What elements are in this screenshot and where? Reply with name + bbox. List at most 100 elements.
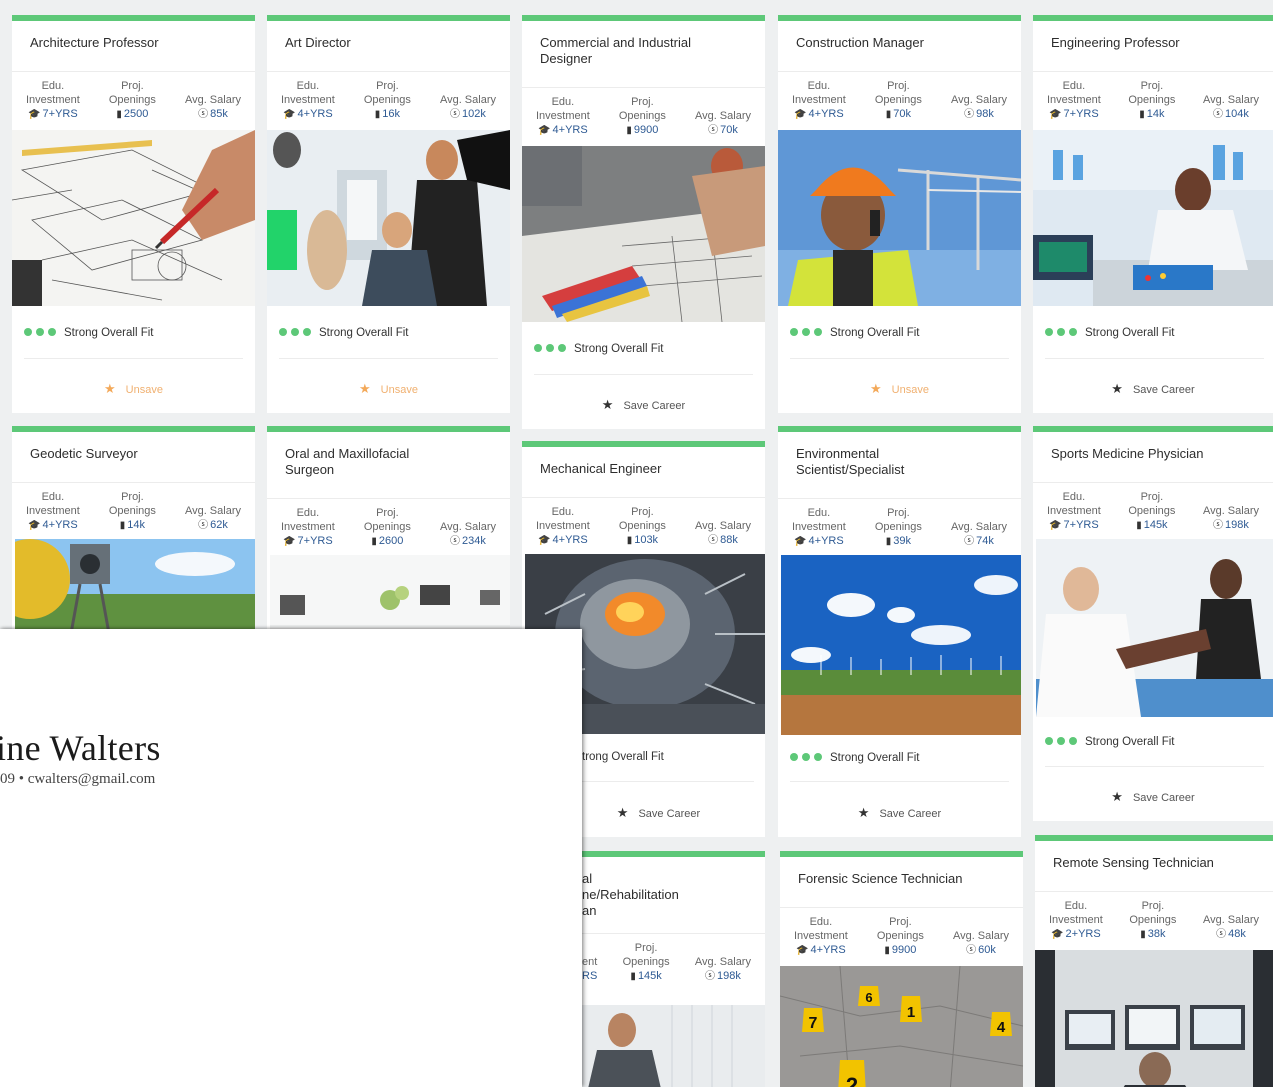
avg-salary: Avg. Salary ⓢ 198k bbox=[694, 956, 751, 982]
career-card-environmental-scientist[interactable]: Environmental Scientist/Specialist Edu. I… bbox=[778, 426, 1021, 837]
graduation-cap-icon: 🎓 bbox=[794, 109, 807, 120]
career-photo bbox=[1035, 950, 1273, 1087]
dollar-coin-icon: ⓢ bbox=[450, 109, 461, 120]
card-title[interactable]: Architecture Professor bbox=[12, 21, 255, 71]
unsave-button[interactable]: ★ Unsave bbox=[267, 381, 510, 397]
edu-investment: Edu. Investment 🎓 4+YRS bbox=[26, 491, 80, 531]
door-icon: ▮ bbox=[630, 971, 636, 982]
fit-dots bbox=[790, 327, 826, 339]
dollar-coin-icon: ⓢ bbox=[708, 125, 719, 136]
card-stats: Edu. Investment 🎓 4+YRS Proj. Openings ▮ 16k A… bbox=[267, 72, 510, 122]
edu-investment: Edu. Investment 🎓 4+YRS bbox=[536, 96, 590, 136]
career-photo bbox=[522, 146, 765, 322]
proj-openings: Proj. Openings ▮ 14k bbox=[1128, 80, 1176, 120]
divider bbox=[279, 358, 498, 359]
card-title[interactable]: Commercial and Industrial Designer bbox=[522, 21, 738, 87]
unsave-button[interactable]: ★ Unsave bbox=[778, 381, 1021, 397]
divider bbox=[790, 358, 1009, 359]
unsave-button[interactable]: ★ Unsave bbox=[12, 381, 255, 397]
career-card-geodetic-surveyor[interactable]: Geodetic Surveyor Edu. Investment 🎓 4+YRS P… bbox=[12, 426, 255, 636]
career-card-commercial-industrial-designer[interactable]: Commercial and Industrial Designer Edu. I… bbox=[522, 15, 765, 429]
proj-openings: Proj. Openings ▮ 70k bbox=[874, 80, 922, 120]
avg-salary: Avg. Salary ⓢ 234k bbox=[439, 521, 496, 547]
proj-openings: Proj. Openings ▮ 9900 bbox=[618, 96, 666, 136]
card-stats: Edu. Investment 🎓 4+YRS Proj. Openings ▮ 9900 … bbox=[780, 908, 1023, 958]
graduation-cap-icon: 🎓 bbox=[538, 125, 551, 136]
fit-indicator: Strong Overall Fit bbox=[790, 327, 919, 339]
career-card-forensic-science-technician[interactable]: Forensic Science Technician Edu. Investme… bbox=[780, 851, 1023, 1087]
graduation-cap-icon: 🎓 bbox=[794, 536, 807, 547]
career-card-architecture-professor[interactable]: Architecture Professor Edu. Investment 🎓 7+… bbox=[12, 15, 255, 413]
save-career-button[interactable]: ★ Save Career bbox=[522, 397, 765, 413]
graduation-cap-icon: 🎓 bbox=[28, 109, 41, 120]
card-stats: Edu. Investment 🎓 7+YRS Proj. Openings ▮ 2600 … bbox=[267, 499, 510, 549]
save-career-button[interactable]: ★ Save Career bbox=[1033, 789, 1273, 805]
edu-investment: Edu. Investment 🎓 7+YRS bbox=[1047, 491, 1101, 531]
edu-investment: Edu. Investment 🎓 7+YRS bbox=[281, 507, 335, 547]
evidence-marker-1: 1 bbox=[907, 1004, 915, 1021]
fit-indicator: Strong Overall Fit bbox=[1045, 327, 1174, 339]
save-career-button[interactable]: ★ Save Career bbox=[778, 805, 1021, 821]
resume-name: ine Walters bbox=[0, 728, 161, 768]
proj-openings: Proj. Openings ▮ 38k bbox=[1129, 900, 1177, 940]
card-title[interactable]: Oral and Maxillofacial Surgeon bbox=[267, 432, 453, 498]
card-title[interactable]: Mechanical Engineer bbox=[522, 447, 765, 497]
graduation-cap-icon: 🎓 bbox=[283, 536, 296, 547]
fit-dots bbox=[1045, 327, 1081, 339]
card-stats: Edu. Investment 🎓 4+YRS Proj. Openings ▮ 103k … bbox=[522, 498, 765, 548]
star-icon: ★ bbox=[616, 805, 629, 820]
career-card-engineering-professor[interactable]: Engineering Professor Edu. Investment 🎓 7+Y… bbox=[1033, 15, 1273, 413]
career-card-oral-maxillofacial-surgeon[interactable]: Oral and Maxillofacial Surgeon Edu. Inves… bbox=[267, 426, 510, 636]
card-title[interactable]: Art Director bbox=[267, 21, 510, 71]
career-card-remote-sensing-technician[interactable]: Remote Sensing Technician Edu. Investment… bbox=[1035, 835, 1273, 1087]
card-title[interactable]: Environmental Scientist/Specialist bbox=[778, 432, 954, 498]
avg-salary: Avg. Salary ⓢ 48k bbox=[1202, 914, 1259, 940]
door-icon: ▮ bbox=[626, 535, 633, 546]
edu-investment: Edu. Investment 🎓 4+YRS bbox=[792, 507, 846, 547]
save-career-button[interactable]: ★ Save Career bbox=[582, 805, 735, 821]
proj-openings: Proj. Openings ▮ 39k bbox=[874, 507, 922, 547]
proj-openings: Proj. Openings ▮ 2500 bbox=[108, 80, 156, 120]
divider bbox=[1045, 358, 1264, 359]
card-stats: Edu. Investment 🎓 4+YRS Proj. Openings ▮ 9900 … bbox=[522, 88, 765, 138]
avg-salary: Avg. Salary ⓢ 198k bbox=[1202, 505, 1259, 531]
door-icon: ▮ bbox=[626, 125, 632, 136]
divider bbox=[1045, 766, 1264, 767]
career-card-art-director[interactable]: Art Director Edu. Investment 🎓 4+YRS Proj. O… bbox=[267, 15, 510, 413]
door-icon: ▮ bbox=[885, 536, 892, 547]
graduation-cap-icon: 🎓 bbox=[283, 109, 296, 120]
card-title[interactable]: Construction Manager bbox=[778, 21, 1021, 71]
proj-openings: Proj. Openings ▮ 145k bbox=[1128, 491, 1176, 531]
proj-openings: Proj. Openings ▮ 16k bbox=[363, 80, 411, 120]
dollar-coin-icon: ⓢ bbox=[705, 971, 716, 982]
card-title[interactable]: Sports Medicine Physician bbox=[1033, 432, 1273, 482]
career-card-sports-medicine-physician[interactable]: Sports Medicine Physician Edu. Investment… bbox=[1033, 426, 1273, 821]
proj-openings: Proj. Openings ▮ 14k bbox=[108, 491, 156, 531]
resume-contact: 09 • cwalters@gmail.com bbox=[0, 771, 156, 787]
door-icon: ▮ bbox=[1139, 109, 1145, 120]
card-title[interactable]: Forensic Science Technician bbox=[780, 857, 1023, 907]
edu-investment: Edu. Investment 🎓 4+YRS bbox=[536, 506, 590, 546]
resume-document-overlay[interactable]: ine Walters 09 • cwalters@gmail.com bbox=[0, 629, 582, 1087]
card-title[interactable]: Engineering Professor bbox=[1033, 21, 1273, 71]
fit-dots bbox=[279, 327, 315, 339]
career-photo bbox=[267, 130, 510, 306]
card-title[interactable]: Remote Sensing Technician bbox=[1035, 841, 1273, 891]
avg-salary: Avg. Salary ⓢ 60k bbox=[952, 930, 1009, 956]
door-icon: ▮ bbox=[1140, 929, 1146, 940]
avg-salary: Avg. Salary ⓢ 88k bbox=[694, 520, 751, 546]
star-icon: ★ bbox=[104, 381, 116, 396]
save-career-button[interactable]: ★ Save Career bbox=[1033, 381, 1273, 397]
card-title[interactable]: Geodetic Surveyor bbox=[12, 432, 255, 482]
dollar-coin-icon: ⓢ bbox=[964, 109, 975, 120]
fit-indicator: trong Overall Fit bbox=[582, 751, 664, 763]
dollar-coin-icon: ⓢ bbox=[708, 535, 719, 546]
card-stats: Edu. Investment 🎓 2+YRS Proj. Openings ▮ 38k A… bbox=[1035, 892, 1273, 942]
fit-indicator: Strong Overall Fit bbox=[1045, 736, 1174, 748]
edu-investment: Edu. Investment 🎓 4+YRS bbox=[792, 80, 846, 120]
avg-salary: Avg. Salary ⓢ 62k bbox=[184, 505, 241, 531]
star-icon: ★ bbox=[601, 397, 614, 412]
edu-investment: Edu. Investment 🎓 7+YRS bbox=[26, 80, 80, 120]
career-card-construction-manager[interactable]: Construction Manager Edu. Investment 🎓 4+YR… bbox=[778, 15, 1021, 413]
dollar-coin-icon: ⓢ bbox=[1213, 520, 1224, 531]
